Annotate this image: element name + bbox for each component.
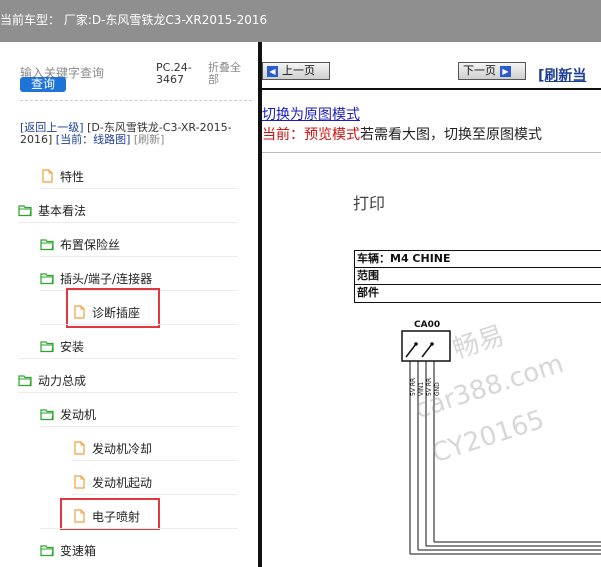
tree-item-engine-start[interactable]: 发动机起动 — [72, 471, 152, 493]
arrow-right-icon: ▶ — [500, 65, 511, 77]
file-icon — [74, 441, 85, 455]
sidebar: 输入关键字查询 查询 PC.24-3467 折叠全部 [返回上一级] [D-东风… — [0, 42, 258, 567]
search-button[interactable]: 查询 — [20, 77, 66, 92]
tree-item-engine[interactable]: 发动机 — [40, 403, 96, 425]
mode-hint: 若需看大图，切换至原图模式 — [360, 127, 542, 143]
folder-open-icon — [18, 205, 32, 217]
highlight-box — [60, 498, 160, 530]
file-icon — [42, 169, 53, 183]
pc-code: PC.24-3467 — [156, 61, 192, 86]
connector-box — [401, 330, 451, 362]
tree-item-features[interactable]: 特性 — [40, 165, 84, 187]
prev-page-button[interactable]: ◀ 上一页 — [262, 62, 330, 80]
collapse-all-link[interactable]: 折叠全部 — [208, 62, 248, 86]
file-icon — [74, 475, 85, 489]
current-location: [当前：线路图] — [55, 133, 131, 146]
tree-item-label: 发动机冷却 — [92, 441, 153, 456]
folder-open-icon — [40, 341, 54, 353]
tree-item-label: 基本看法 — [38, 203, 87, 218]
divider — [72, 460, 238, 461]
tree-item-gearbox[interactable]: 变速箱 — [40, 539, 96, 561]
divider — [40, 528, 238, 529]
tree-item-basics[interactable]: 基本看法 — [18, 199, 86, 221]
folder-open-icon — [40, 239, 54, 251]
tree-item-connectors[interactable]: 插头/端子/连接器 — [40, 267, 152, 289]
divider — [18, 392, 238, 393]
divider — [40, 426, 238, 427]
tree-item-label: 插头/端子/连接器 — [60, 271, 153, 286]
tree-item-label: 变速箱 — [60, 543, 97, 558]
tree-item-label: 动力总成 — [38, 373, 87, 388]
tree-item-engine-cooling[interactable]: 发动机冷却 — [72, 437, 152, 459]
tree-item-label: 布置保险丝 — [60, 237, 121, 252]
divider — [40, 188, 238, 189]
arrow-left-icon: ◀ — [267, 65, 278, 77]
divider — [18, 222, 238, 223]
tree-item-label: 安装 — [60, 339, 85, 354]
highlight-box — [66, 288, 160, 328]
breadcrumb: [返回上一级] [D-东风雪铁龙-C3-XR-2015-2016] [当前：线路… — [20, 122, 250, 146]
folder-open-icon — [40, 545, 54, 557]
wiring-diagram-page: 打印 车辆：M4 CHINE 范围 部件 CA00 5V RR VIN1 5V … — [262, 154, 601, 567]
tree-item-label: 特性 — [60, 169, 85, 184]
divider — [20, 100, 252, 101]
divider — [262, 152, 601, 153]
tree-item-powertrain[interactable]: 动力总成 — [18, 369, 86, 391]
next-page-label: 下一页 — [463, 64, 496, 77]
refresh-link[interactable]: [刷新] — [134, 133, 165, 146]
doc-info-table: 车辆：M4 CHINE 范围 部件 — [354, 250, 601, 303]
prev-page-label: 上一页 — [282, 64, 315, 77]
divider — [18, 358, 238, 359]
top-header: 当前车型： 厂家:D-东风雪铁龙C3-XR2015-2016 — [0, 0, 601, 42]
divider — [72, 494, 238, 495]
folder-open-icon — [40, 273, 54, 285]
divider — [262, 88, 601, 90]
viewer-pane: ◀ 上一页 下一页 ▶ [刷新当 切换为原图模式 当前：预览模式若需看大图，切换… — [262, 42, 601, 567]
switch-original-mode-link[interactable]: 切换为原图模式 — [262, 104, 360, 124]
info-row-part: 部件 — [357, 286, 379, 299]
next-page-button[interactable]: 下一页 ▶ — [458, 62, 526, 80]
info-row-vehicle: 车辆：M4 CHINE — [355, 251, 601, 268]
vehicle-title: 当前车型： 厂家:D-东风雪铁龙C3-XR2015-2016 — [0, 13, 268, 27]
divider — [40, 324, 238, 325]
info-row-range: 范围 — [355, 268, 601, 285]
mode-current: 当前：预览模式 — [262, 127, 360, 143]
connector-label: CA00 — [414, 320, 440, 330]
tree-item-fuse-layout[interactable]: 布置保险丝 — [40, 233, 120, 255]
refresh-current-link[interactable]: [刷新当 — [538, 65, 586, 85]
print-label: 打印 — [353, 194, 386, 213]
mode-status: 当前：预览模式若需看大图，切换至原图模式 — [262, 124, 542, 144]
divider — [40, 256, 238, 257]
pin-label: 5V RR — [410, 378, 417, 396]
tree-item-installation[interactable]: 安装 — [40, 335, 84, 357]
folder-open-icon — [18, 375, 32, 387]
folder-open-icon — [40, 409, 54, 421]
tree-item-label: 发动机 — [60, 407, 97, 422]
tree-item-label: 发动机起动 — [92, 475, 153, 490]
